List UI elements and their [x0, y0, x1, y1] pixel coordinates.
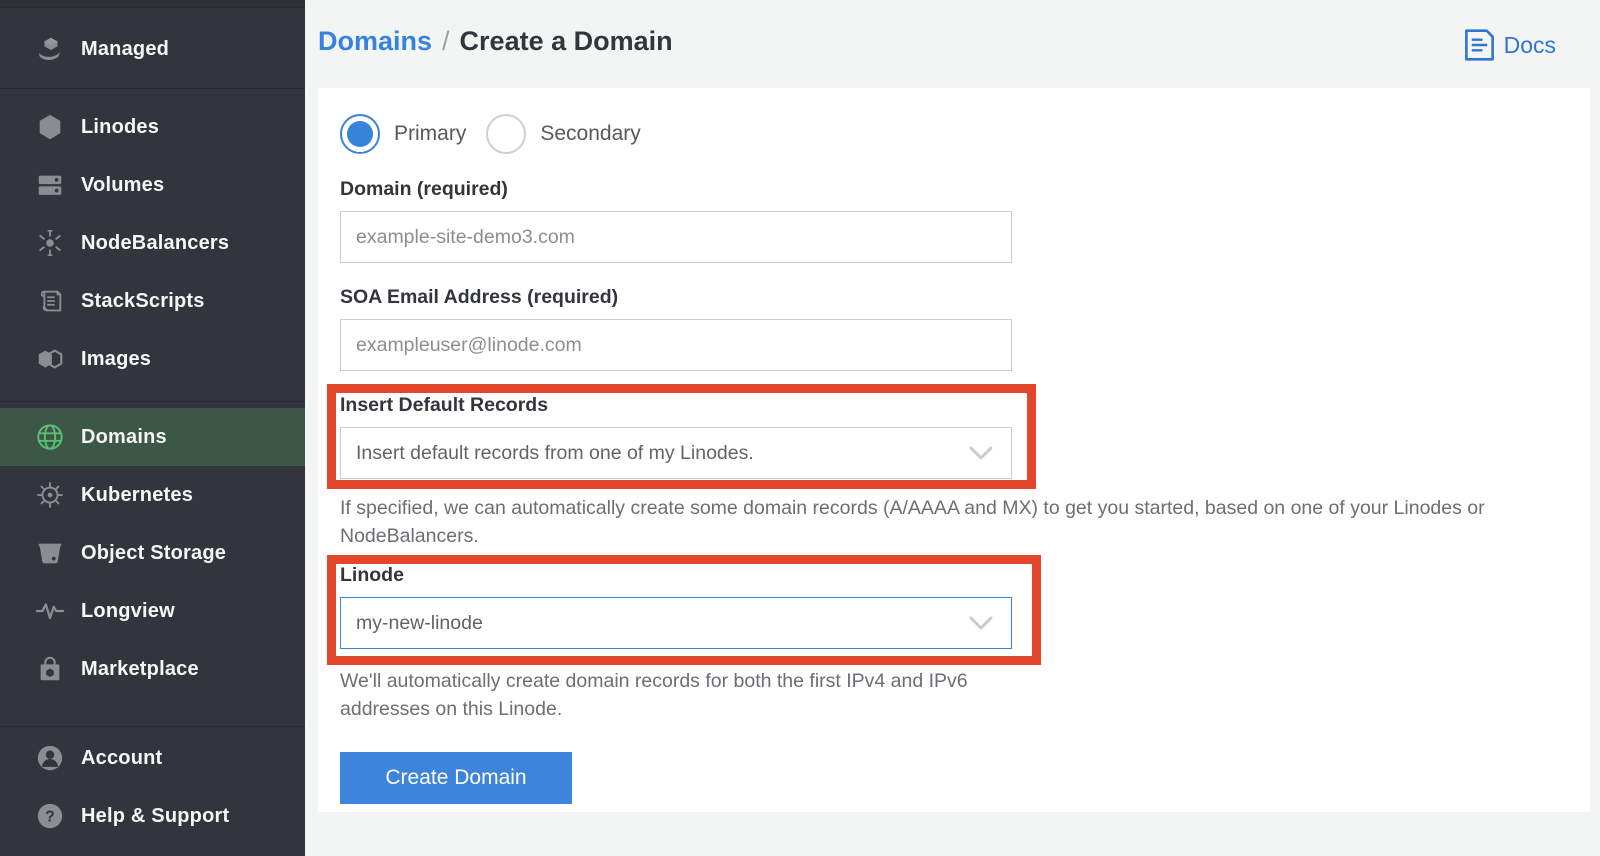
- radio-secondary-label: Secondary: [540, 122, 640, 146]
- chevron-down-icon: [969, 616, 993, 631]
- breadcrumb-domains-link[interactable]: Domains: [318, 26, 432, 56]
- sidebar-item-label: Managed: [81, 38, 169, 61]
- svg-text:?: ?: [45, 809, 55, 826]
- sidebar-item-label: Domains: [81, 426, 167, 449]
- domain-field: Domain (required): [340, 178, 1590, 263]
- sidebar-divider: [0, 401, 305, 402]
- linode-field: Linode my-new-linode: [340, 564, 1012, 649]
- radio-primary-dot: [347, 121, 373, 147]
- radio-primary[interactable]: Primary: [340, 114, 466, 154]
- create-domain-button[interactable]: Create Domain: [340, 752, 572, 804]
- breadcrumb: Domains / Create a Domain: [318, 26, 673, 57]
- object-storage-icon: [34, 537, 66, 569]
- radio-secondary-circle: [486, 114, 526, 154]
- main-content: Domains / Create a Domain Docs: [305, 0, 1600, 856]
- sidebar-item-label: Linodes: [81, 116, 159, 139]
- radio-primary-label: Primary: [394, 122, 466, 146]
- app-window: Managed Linodes Volumes: [0, 0, 1600, 856]
- docs-icon: [1464, 28, 1495, 62]
- kubernetes-icon: [34, 479, 66, 511]
- docs-link-label: Docs: [1504, 32, 1556, 59]
- sidebar-item-help-support[interactable]: ? Help & Support: [0, 787, 305, 845]
- domain-input[interactable]: [340, 211, 1012, 263]
- create-domain-panel: Primary Secondary Domain (required) SOA …: [318, 88, 1590, 812]
- page-title: Create a Domain: [460, 26, 673, 56]
- sidebar-divider: [0, 726, 305, 727]
- sidebar-top-strip: [0, 0, 305, 8]
- sidebar-item-label: Account: [81, 747, 162, 770]
- radio-secondary[interactable]: Secondary: [486, 114, 640, 154]
- linode-select[interactable]: my-new-linode: [340, 597, 1012, 649]
- sidebar-divider: [0, 88, 305, 89]
- chevron-down-icon: [969, 446, 993, 461]
- images-icon: [34, 343, 66, 375]
- sidebar-item-label: Images: [81, 348, 151, 371]
- sidebar-item-marketplace[interactable]: Marketplace: [0, 640, 305, 698]
- sidebar-item-account[interactable]: Account: [0, 729, 305, 787]
- sidebar-item-volumes[interactable]: Volumes: [0, 156, 305, 214]
- soa-email-field-label: SOA Email Address (required): [340, 286, 1590, 308]
- soa-email-field: SOA Email Address (required): [340, 286, 1590, 371]
- sidebar-item-label: Help & Support: [81, 805, 229, 828]
- page-header: Domains / Create a Domain Docs: [305, 0, 1600, 88]
- default-records-label: Insert Default Records: [340, 394, 1012, 416]
- sidebar-item-object-storage[interactable]: Object Storage: [0, 524, 305, 582]
- sidebar-item-label: Marketplace: [81, 658, 199, 681]
- domains-icon: [34, 421, 66, 453]
- linode-help-text: We'll automatically create domain record…: [340, 667, 1000, 723]
- default-records-help-text: If specified, we can automatically creat…: [340, 494, 1500, 550]
- sidebar-item-managed[interactable]: Managed: [0, 20, 305, 78]
- linode-label: Linode: [340, 564, 1012, 586]
- soa-email-input[interactable]: [340, 319, 1012, 371]
- stackscripts-icon: [34, 285, 66, 317]
- nodebalancers-icon: [34, 227, 66, 259]
- sidebar-item-label: Longview: [81, 600, 175, 623]
- sidebar-item-kubernetes[interactable]: Kubernetes: [0, 466, 305, 524]
- account-icon: [34, 742, 66, 774]
- managed-icon: [34, 33, 66, 65]
- marketplace-icon: [34, 653, 66, 685]
- sidebar-item-stackscripts[interactable]: StackScripts: [0, 272, 305, 330]
- radio-primary-circle: [340, 114, 380, 154]
- domain-field-label: Domain (required): [340, 178, 1590, 200]
- domain-type-radio-group: Primary Secondary: [340, 112, 1590, 156]
- sidebar-item-label: StackScripts: [81, 290, 205, 313]
- sidebar-item-longview[interactable]: Longview: [0, 582, 305, 640]
- sidebar: Managed Linodes Volumes: [0, 0, 305, 856]
- sidebar-item-linodes[interactable]: Linodes: [0, 98, 305, 156]
- sidebar-item-label: Object Storage: [81, 542, 226, 565]
- default-records-select-value: Insert default records from one of my Li…: [356, 442, 754, 465]
- sidebar-item-images[interactable]: Images: [0, 330, 305, 388]
- default-records-field: Insert Default Records Insert default re…: [340, 394, 1012, 479]
- default-records-select[interactable]: Insert default records from one of my Li…: [340, 427, 1012, 479]
- docs-link[interactable]: Docs: [1464, 28, 1556, 62]
- linodes-icon: [34, 111, 66, 143]
- linode-select-value: my-new-linode: [356, 612, 483, 635]
- longview-icon: [34, 595, 66, 627]
- volumes-icon: [34, 169, 66, 201]
- sidebar-item-label: Kubernetes: [81, 484, 193, 507]
- help-icon: ?: [34, 800, 66, 832]
- sidebar-item-domains[interactable]: Domains: [0, 408, 305, 466]
- breadcrumb-separator: /: [442, 26, 450, 56]
- sidebar-item-label: Volumes: [81, 174, 164, 197]
- sidebar-item-nodebalancers[interactable]: NodeBalancers: [0, 214, 305, 272]
- sidebar-item-label: NodeBalancers: [81, 232, 229, 255]
